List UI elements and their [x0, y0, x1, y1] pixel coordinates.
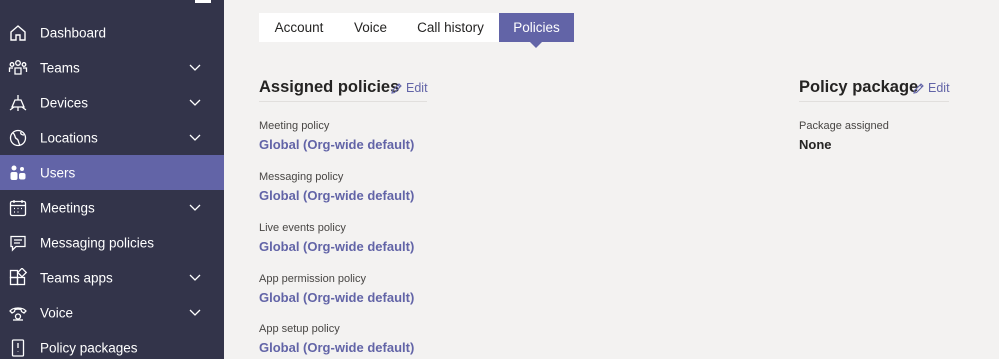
chevron-down-icon[interactable] — [189, 308, 201, 318]
live-events-policy-label: Live events policy — [259, 222, 346, 234]
package-assigned-label: Package assigned — [799, 120, 889, 132]
app-setup-policy-value[interactable]: Global (Org-wide default) — [259, 340, 414, 355]
chevron-down-icon[interactable] — [189, 133, 201, 143]
apps-icon — [8, 268, 28, 288]
sidebar-item-label: Devices — [40, 95, 89, 110]
sidebar-item-label: Policy packages — [40, 340, 138, 355]
app-permission-policy-label: App permission policy — [259, 273, 366, 285]
package-assigned-value: None — [799, 137, 832, 152]
sidebar-item-teams[interactable]: Teams — [0, 50, 224, 85]
sidebar-item-label: Voice — [40, 305, 74, 320]
meeting-policy-label: Meeting policy — [259, 120, 330, 132]
package-icon — [8, 338, 28, 358]
calendar-icon — [8, 198, 28, 218]
edit-label: Edit — [406, 81, 428, 95]
messaging-policy-value[interactable]: Global (Org-wide default) — [259, 188, 414, 203]
sidebar: Dashboard Teams Devices Locations Users … — [0, 0, 224, 359]
sidebar-item-devices[interactable]: Devices — [0, 85, 224, 120]
sidebar-item-teams-apps[interactable]: Teams apps — [0, 260, 224, 295]
app-setup-policy-label: App setup policy — [259, 323, 340, 335]
assigned-policies-title: Assigned policies — [259, 78, 400, 96]
section-divider — [259, 101, 427, 102]
sidebar-item-meetings[interactable]: Meetings — [0, 190, 224, 225]
app-window: Dashboard Teams Devices Locations Users … — [0, 0, 999, 359]
sidebar-item-label: Users — [40, 165, 76, 180]
section-divider — [799, 101, 949, 102]
tab-call-history[interactable]: Call history — [402, 13, 499, 42]
pencil-icon — [391, 82, 402, 94]
sidebar-item-label: Messaging policies — [40, 235, 155, 250]
sidebar-item-messaging-policies[interactable]: Messaging policies — [0, 225, 224, 260]
live-events-policy-value[interactable]: Global (Org-wide default) — [259, 239, 414, 254]
assigned-policies-edit-button[interactable]: Edit — [390, 81, 428, 95]
message-icon — [8, 233, 28, 253]
hamburger-menu-icon[interactable] — [195, 0, 211, 3]
meeting-policy-value[interactable]: Global (Org-wide default) — [259, 137, 414, 152]
pencil-icon — [913, 82, 924, 94]
phone-icon — [8, 303, 28, 323]
edit-label: Edit — [928, 81, 950, 95]
chevron-down-icon[interactable] — [189, 273, 201, 283]
teams-icon — [8, 58, 28, 78]
home-icon — [8, 23, 28, 43]
policy-package-title: Policy package — [799, 78, 919, 96]
sidebar-item-label: Teams apps — [40, 270, 113, 285]
sidebar-item-voice[interactable]: Voice — [0, 295, 224, 330]
devices-icon — [8, 93, 28, 113]
app-permission-policy-value[interactable]: Global (Org-wide default) — [259, 290, 414, 305]
tab-policies[interactable]: Policies — [499, 13, 574, 48]
users-icon — [8, 163, 28, 183]
chevron-down-icon[interactable] — [189, 63, 201, 73]
sidebar-item-dashboard[interactable]: Dashboard — [0, 15, 224, 50]
policy-package-edit-button[interactable]: Edit — [912, 81, 950, 95]
sidebar-item-policy-packages[interactable]: Policy packages — [0, 330, 224, 359]
sidebar-item-users[interactable]: Users — [0, 155, 224, 190]
sidebar-item-locations[interactable]: Locations — [0, 120, 224, 155]
user-tabs: Account Voice Call history Policies — [259, 13, 574, 48]
sidebar-item-label: Locations — [40, 130, 98, 145]
tab-account[interactable]: Account — [259, 13, 339, 42]
sidebar-item-label: Meetings — [40, 200, 95, 215]
chevron-down-icon[interactable] — [189, 98, 201, 108]
chevron-down-icon[interactable] — [189, 203, 201, 213]
globe-icon — [8, 128, 28, 148]
sidebar-item-label: Dashboard — [40, 25, 107, 40]
messaging-policy-label: Messaging policy — [259, 171, 344, 183]
tab-voice[interactable]: Voice — [339, 13, 402, 42]
sidebar-item-label: Teams — [40, 60, 80, 75]
